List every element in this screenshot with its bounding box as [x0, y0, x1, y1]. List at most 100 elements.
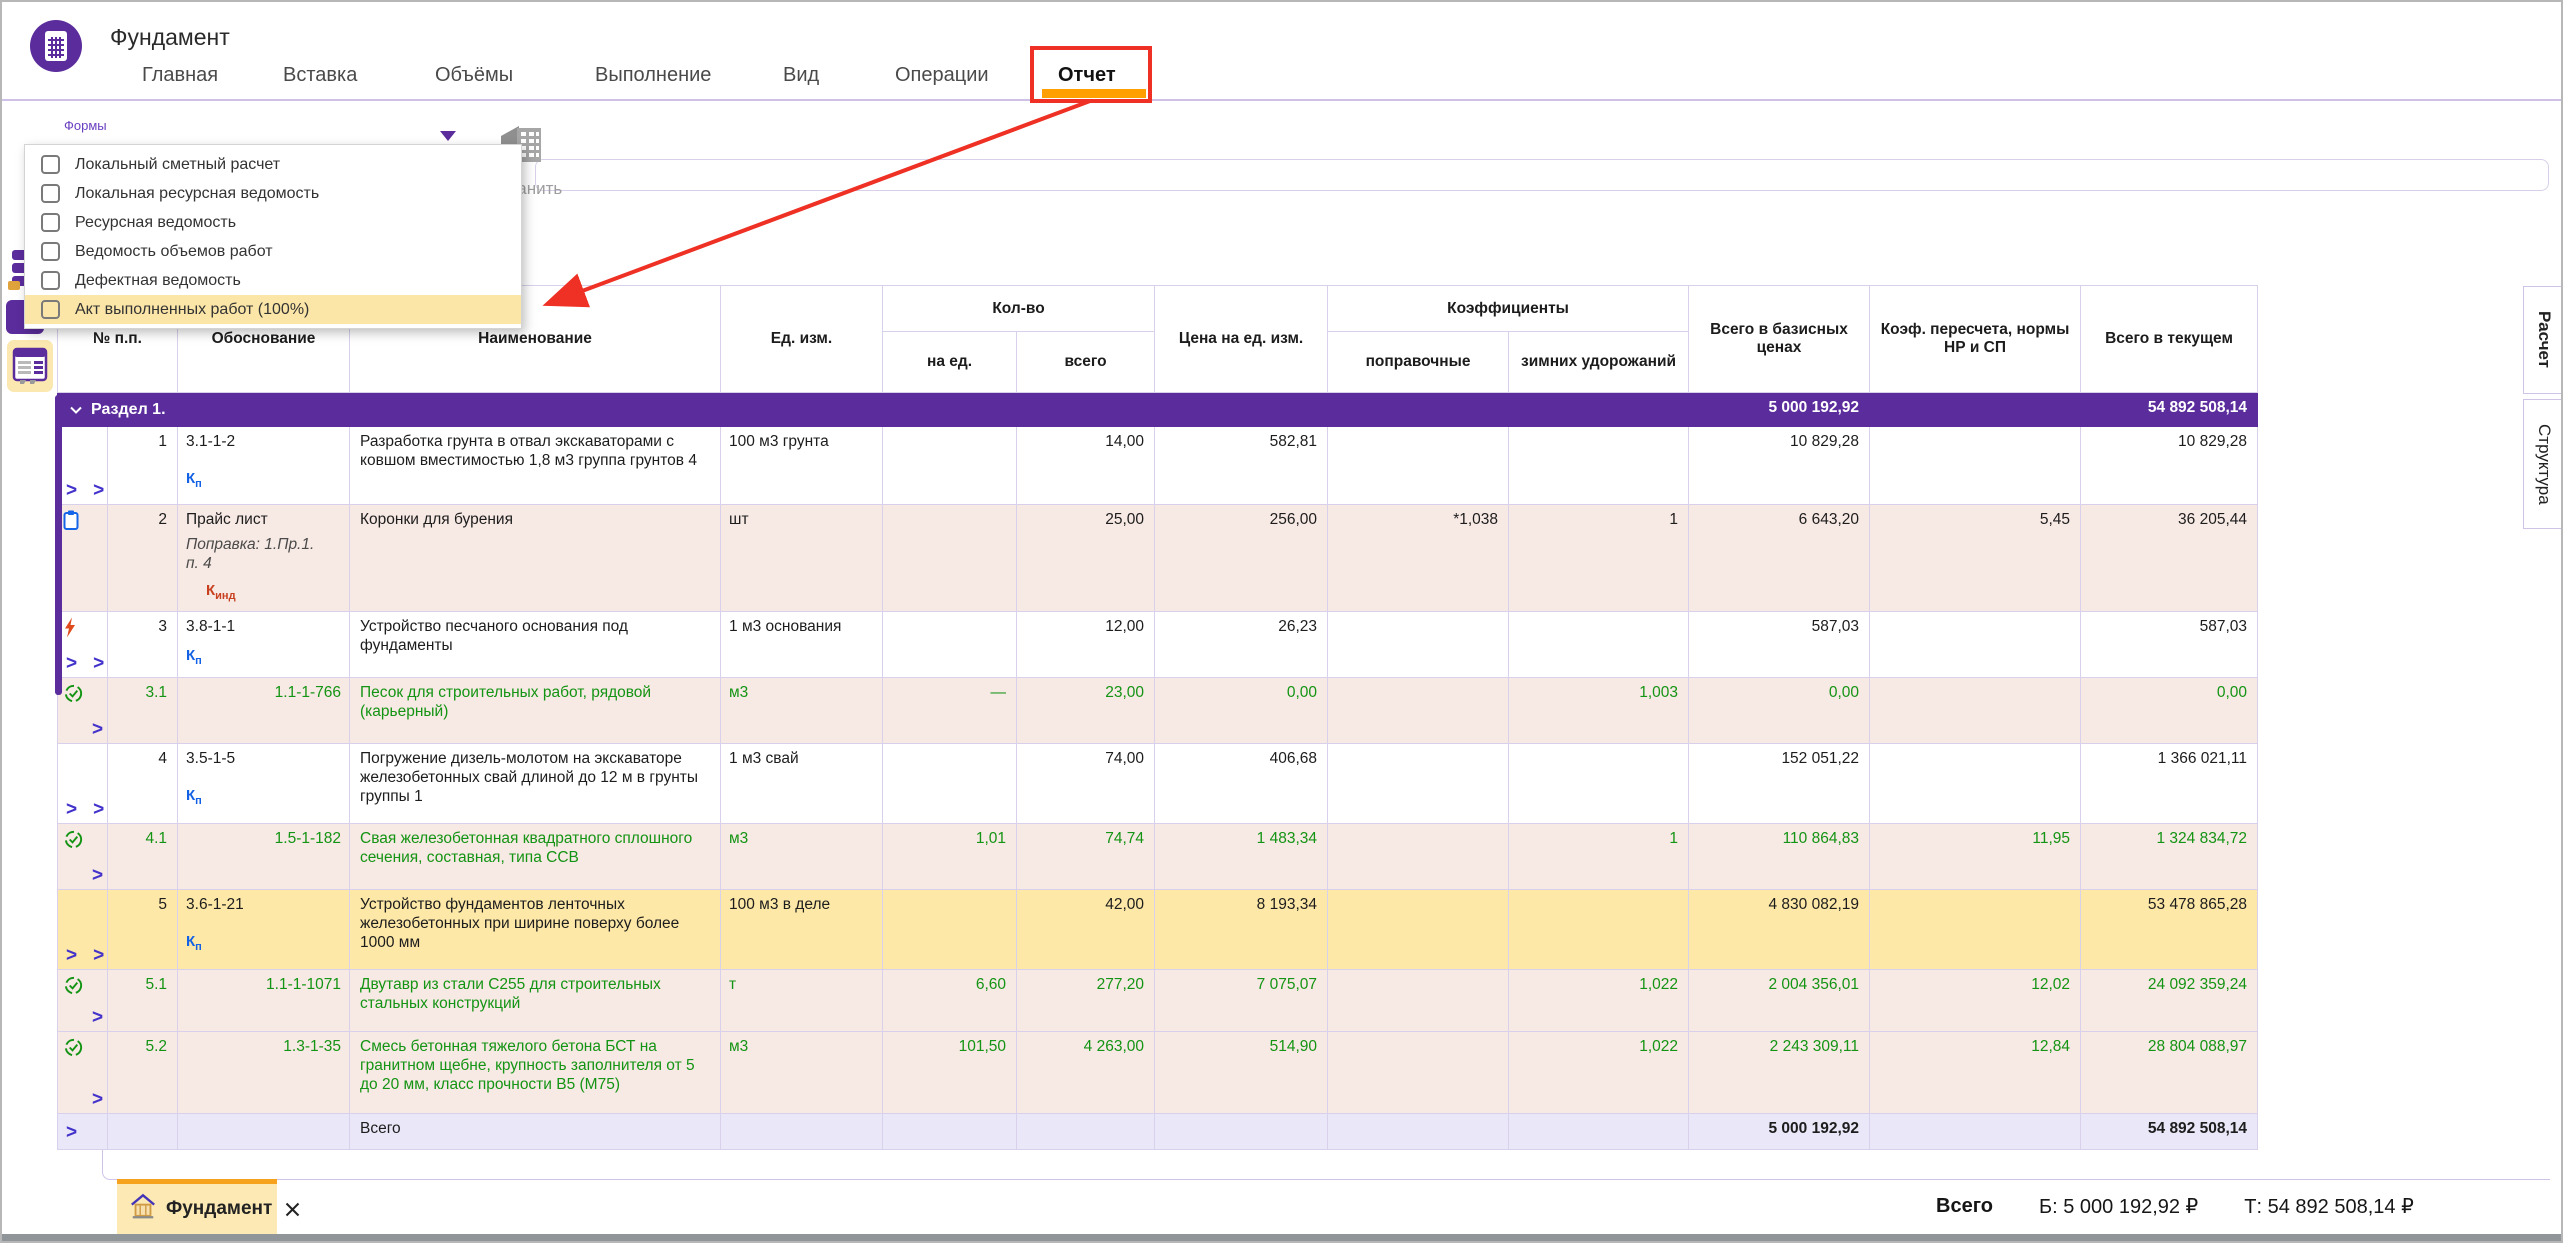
cell-item-name: Свая железобетонная квадратного сплошног… [350, 824, 721, 890]
menu-item-defect-sheet[interactable]: Дефектная ведомость [25, 266, 521, 295]
checkbox-icon[interactable] [41, 184, 60, 203]
checkbox-icon[interactable] [41, 242, 60, 261]
header-quantity-group: Кол-во [883, 286, 1155, 332]
kp-coefficient-badge[interactable]: Кп [186, 469, 341, 494]
status-bar-totals: Всего Б: 5 000 192,92 ₽ Т: 54 892 508,14… [1936, 1194, 2414, 1219]
cell-qty-total: 74,74 [1017, 824, 1155, 890]
checkbox-icon[interactable] [41, 271, 60, 290]
expand-chevron-icon[interactable]: > [92, 1090, 108, 1109]
table-row[interactable]: > 5.1 1.1-1-1071 Двутавр из стали С255 д… [58, 970, 2258, 1032]
kp-coefficient-badge[interactable]: Кп [186, 646, 341, 671]
checkbox-icon[interactable] [41, 213, 60, 232]
resource-cycle-icon [63, 829, 84, 855]
tab-vypolnenie[interactable]: Выполнение [595, 64, 711, 87]
checkbox-icon[interactable] [41, 300, 60, 319]
cell-corrective [1328, 890, 1509, 970]
menu-item-local-resource-sheet[interactable]: Локальная ресурсная ведомость [25, 179, 521, 208]
cell-unit-price: 0,00 [1155, 678, 1328, 744]
table-row[interactable]: > 3.1 1.1-1-766 Песок для строительных р… [58, 678, 2258, 744]
kp-coefficient-badge[interactable]: Кп [186, 786, 341, 811]
cell-corrective [1328, 970, 1509, 1032]
cell-row-number: 4 [108, 744, 178, 824]
app-window: Фундамент Главная Вставка Объёмы Выполне… [0, 0, 2563, 1243]
header-coefficients-group: Коэффициенты [1328, 286, 1689, 332]
cell-justification-code: Прайс лист [186, 510, 341, 529]
expand-chevron-icon[interactable]: > [92, 1008, 108, 1027]
app-logo-icon [30, 20, 82, 72]
expand-chevrons-icon[interactable]: >> [66, 481, 108, 500]
tab-obyomy[interactable]: Объёмы [435, 64, 513, 87]
cell-winter [1509, 612, 1689, 678]
cell-item-name: Устройство песчаного основания под фунда… [350, 612, 721, 678]
cell-current-total: 1 366 021,11 [2081, 744, 2258, 824]
header-base-total: Всего в базисных ценах [1689, 286, 1870, 393]
table-row-selected[interactable]: >> 5 3.6-1-21 Кп Устройство фундаментов … [58, 890, 2258, 970]
cell-justification-code: 1.1-1-1071 [178, 970, 350, 1032]
table-row[interactable]: >> 4 3.5-1-5 Кп Погружение дизель-молото… [58, 744, 2258, 824]
sidebar-estimate-table-icon[interactable] [7, 340, 53, 392]
cell-base-total: 2 243 309,11 [1689, 1032, 1870, 1114]
kp-coefficient-badge[interactable]: Кп [186, 932, 341, 957]
right-tab-struktura[interactable]: Структура [2523, 399, 2563, 529]
cell-winter [1509, 890, 1689, 970]
menu-item-label: Локальная ресурсная ведомость [75, 185, 319, 203]
status-base-total: Б: 5 000 192,92 ₽ [2039, 1194, 2198, 1219]
expand-chevrons-icon[interactable]: >> [66, 946, 108, 965]
cell-qty-per: 6,60 [883, 970, 1017, 1032]
cell-unit: 1 м3 свай [721, 744, 883, 824]
menu-item-resource-sheet[interactable]: Ресурсная ведомость [25, 208, 521, 237]
cell-qty-per [883, 890, 1017, 970]
checkbox-icon[interactable] [41, 155, 60, 174]
resource-cycle-icon [63, 1037, 84, 1063]
table-row[interactable]: 2 Прайс лист Поправка: 1.Пр.1.п. 4 Кинд … [58, 505, 2258, 612]
cell-justification-code: 3.1-1-2 [186, 432, 341, 451]
table-row[interactable]: >> 3 3.8-1-1 Кп Устройство песчаного осн… [58, 612, 2258, 678]
tab-otchet-active[interactable]: Отчет [1058, 64, 1116, 87]
cell-item-name: Коронки для бурения [350, 505, 721, 612]
tab-vid[interactable]: Вид [783, 64, 819, 87]
correction-note: Поправка: 1.Пр.1.п. 4 [186, 535, 341, 573]
cell-qty-total: 277,20 [1017, 970, 1155, 1032]
kind-coefficient-badge[interactable]: Кинд [206, 581, 341, 606]
cell-current-total: 587,03 [2081, 612, 2258, 678]
cell-qty-per [883, 744, 1017, 824]
section-row[interactable]: Раздел 1. 5 000 192,92 54 892 508,14 [58, 393, 2258, 427]
expand-chevron-icon[interactable]: > [66, 1123, 93, 1142]
header-qty-per-unit: на ед. [883, 332, 1017, 393]
grid-vertical-scrollbar[interactable] [55, 395, 62, 695]
menu-item-work-volume-sheet[interactable]: Ведомость объемов работ [25, 237, 521, 266]
cell-unit: 100 м3 в деле [721, 890, 883, 970]
cell-winter: 1,022 [1509, 970, 1689, 1032]
expand-chevrons-icon[interactable]: >> [66, 800, 108, 819]
cell-unit: м3 [721, 1032, 883, 1114]
cell-justification-code: 3.8-1-1 [186, 617, 341, 636]
right-tab-raschet[interactable]: Расчет [2523, 286, 2563, 394]
close-icon[interactable] [285, 1202, 300, 1217]
table-row[interactable]: > 4.1 1.5-1-182 Свая железобетонная квад… [58, 824, 2258, 890]
menu-item-completed-works-act[interactable]: Акт выполненных работ (100%) [25, 295, 521, 324]
expand-chevron-icon[interactable]: > [92, 866, 108, 885]
cell-row-number: 2 [108, 505, 178, 612]
cell-corrective [1328, 612, 1509, 678]
document-tab[interactable]: Фундамент [117, 1179, 277, 1234]
chevron-down-icon[interactable] [70, 400, 82, 419]
expand-chevrons-icon[interactable]: >> [66, 654, 108, 673]
cell-corrective [1328, 1032, 1509, 1114]
expand-chevron-icon[interactable]: > [92, 720, 108, 739]
cell-conversion: 5,45 [1870, 505, 2081, 612]
menu-item-label: Локальный сметный расчет [75, 156, 280, 174]
section-base-total: 5 000 192,92 [1689, 393, 1870, 427]
tab-glavnaya[interactable]: Главная [142, 64, 218, 87]
cell-base-total: 6 643,20 [1689, 505, 1870, 612]
tab-operacii[interactable]: Операции [895, 64, 989, 87]
table-row[interactable]: > 5.2 1.3-1-35 Смесь бетонная тяжелого б… [58, 1032, 2258, 1114]
menu-item-label: Ведомость объемов работ [75, 243, 273, 261]
grand-total-row: > Всего 5 000 192,92 54 892 508,14 [58, 1114, 2258, 1150]
tab-vstavka[interactable]: Вставка [283, 64, 357, 87]
menu-item-local-estimate[interactable]: Локальный сметный расчет [25, 150, 521, 179]
section-current-total: 54 892 508,14 [2081, 393, 2258, 427]
price-list-clipboard-icon [63, 510, 79, 536]
table-row[interactable]: >> 1 3.1-1-2 Кп Разработка грунта в отва… [58, 427, 2258, 505]
cell-unit-price: 256,00 [1155, 505, 1328, 612]
cell-base-total: 110 864,83 [1689, 824, 1870, 890]
